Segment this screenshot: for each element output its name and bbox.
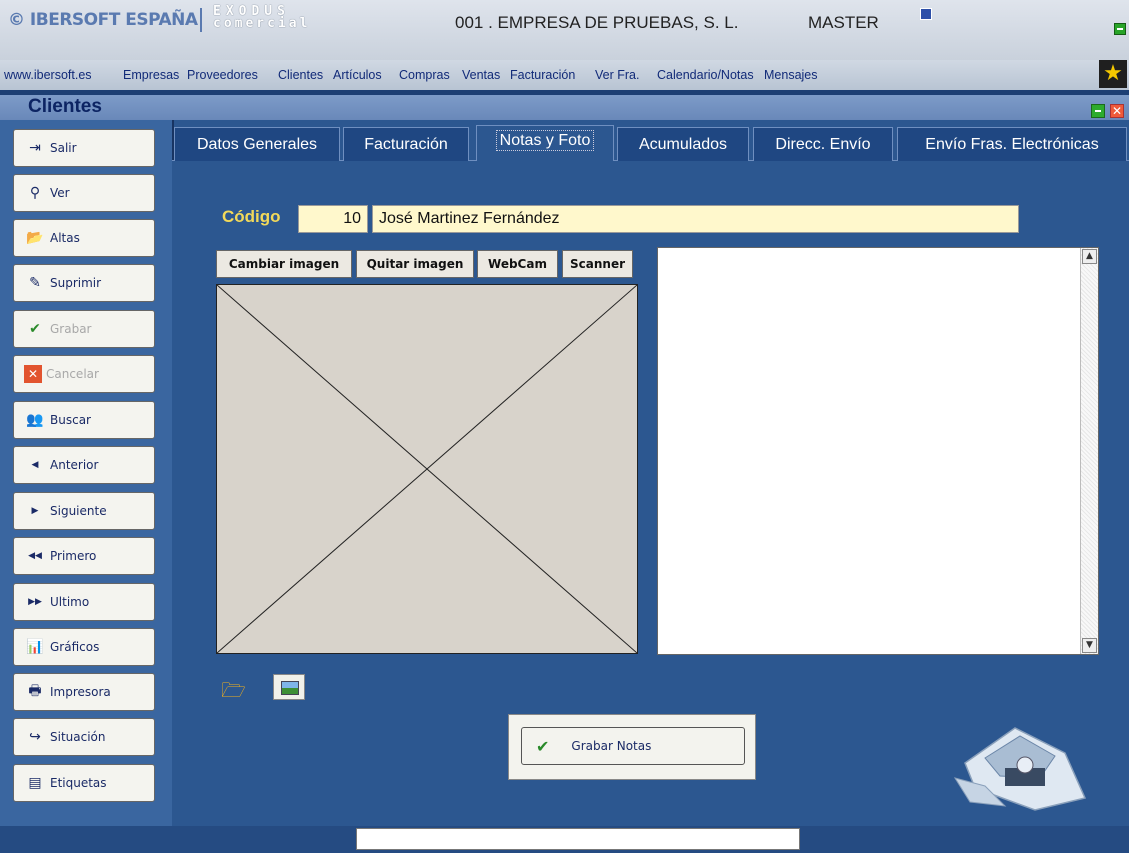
window-titlebar: Clientes bbox=[0, 95, 1129, 120]
status-field[interactable] bbox=[356, 828, 800, 850]
menu-item-ventas[interactable]: Ventas bbox=[462, 68, 500, 82]
exit-button[interactable]: ⇥ Salir bbox=[13, 129, 155, 167]
app-header: © IBERSOFT ESPAÑA EXODUS comercial 001 .… bbox=[0, 0, 1129, 60]
last-button[interactable]: ▶▶ Ultimo bbox=[13, 583, 155, 621]
tab-notas-foto[interactable]: Notas y Foto bbox=[476, 125, 614, 161]
menu-link-website[interactable]: www.ibersoft.es bbox=[4, 68, 92, 82]
printer-button[interactable]: 🖶 Impresora bbox=[13, 673, 155, 711]
scroll-down-icon[interactable]: ▼ bbox=[1082, 638, 1097, 653]
menu-item-ver-fra[interactable]: Ver Fra. bbox=[595, 68, 639, 82]
webcam-button[interactable]: WebCam bbox=[477, 250, 558, 278]
menu-item-proveedores[interactable]: Proveedores bbox=[187, 68, 258, 82]
notes-scrollbar[interactable]: ▲ ▼ bbox=[1080, 248, 1098, 654]
tab-acumulados[interactable]: Acumulados bbox=[617, 127, 749, 161]
arrow-left-icon: ◀ bbox=[31, 460, 39, 470]
empty-photo-cross bbox=[217, 285, 637, 653]
codigo-field[interactable]: 10 bbox=[298, 205, 368, 233]
arrow-last-icon: ▶▶ bbox=[28, 597, 42, 607]
tab-facturacion[interactable]: Facturación bbox=[343, 127, 469, 161]
minimize-app-icon[interactable] bbox=[1114, 23, 1126, 35]
open-folder-icon[interactable]: 🗁 bbox=[221, 676, 246, 702]
add-button[interactable]: 📂 Altas bbox=[13, 219, 155, 257]
delete-button[interactable]: ✎ Suprimir bbox=[13, 264, 155, 302]
magnifier-icon: ⚲ bbox=[29, 185, 41, 201]
printer-icon: 🖶 bbox=[28, 683, 42, 699]
labels-button[interactable]: ▤ Etiquetas bbox=[13, 764, 155, 802]
tab-datos-generales[interactable]: Datos Generales bbox=[174, 127, 340, 161]
arrow-first-icon: ◀◀ bbox=[28, 551, 42, 561]
save-button[interactable]: ✔ Grabar bbox=[13, 310, 155, 348]
cancel-button[interactable]: ✕ Cancelar bbox=[13, 355, 155, 393]
exit-icon: ⇥ bbox=[29, 140, 41, 156]
company-name: 001 . EMPRESA DE PRUEBAS, S. L. bbox=[455, 13, 739, 32]
first-button[interactable]: ◀◀ Primero bbox=[13, 537, 155, 575]
user-name: MASTER bbox=[808, 13, 879, 32]
menu-item-empresas[interactable]: Empresas bbox=[123, 68, 179, 82]
folder-open-icon: 📂 bbox=[26, 230, 44, 246]
main-menu: www.ibersoft.es Empresas Proveedores Cli… bbox=[0, 60, 1129, 90]
menu-item-facturacion[interactable]: Facturación bbox=[510, 68, 575, 82]
window-title: Clientes bbox=[28, 96, 102, 117]
window-minimize-icon[interactable] bbox=[1091, 104, 1105, 118]
tab-direcc-envio[interactable]: Direcc. Envío bbox=[753, 127, 893, 161]
save-notes-button[interactable]: ✔ Grabar Notas bbox=[521, 727, 745, 765]
nombre-field[interactable]: José Martinez Fernández bbox=[372, 205, 1019, 233]
menu-item-compras[interactable]: Compras bbox=[399, 68, 450, 82]
brand-separator bbox=[200, 8, 202, 32]
typewriter-illustration-icon bbox=[953, 727, 1087, 811]
search-button[interactable]: 👥 Buscar bbox=[13, 401, 155, 439]
scroll-up-icon[interactable]: ▲ bbox=[1082, 249, 1097, 264]
previous-button[interactable]: ◀ Anterior bbox=[13, 446, 155, 484]
arrow-right-icon: ▶ bbox=[31, 506, 39, 516]
notes-textarea[interactable]: ▲ ▼ bbox=[657, 247, 1099, 655]
menu-item-articulos[interactable]: Artículos bbox=[333, 68, 382, 82]
star-icon[interactable]: ★ bbox=[1099, 60, 1127, 88]
remove-image-button[interactable]: Quitar imagen bbox=[356, 250, 474, 278]
brand-logo: © IBERSOFT ESPAÑA bbox=[8, 10, 198, 30]
view-button[interactable]: ⚲ Ver bbox=[13, 174, 155, 212]
people-search-icon: 👥 bbox=[26, 412, 44, 428]
photo-frame[interactable] bbox=[216, 284, 638, 654]
window-close-icon[interactable]: ✕ bbox=[1110, 104, 1124, 118]
situation-button[interactable]: ↪ Situación bbox=[13, 718, 155, 756]
menu-item-clientes[interactable]: Clientes bbox=[278, 68, 323, 82]
menu-item-calendario[interactable]: Calendario/Notas bbox=[657, 68, 754, 82]
change-image-button[interactable]: Cambiar imagen bbox=[216, 250, 352, 278]
codigo-label: Código bbox=[222, 207, 281, 226]
situation-icon: ↪ bbox=[29, 729, 41, 745]
picture-icon[interactable] bbox=[273, 674, 305, 700]
checkmark-icon: ✔ bbox=[29, 321, 41, 337]
chart-icon: 📊 bbox=[26, 639, 44, 655]
user-icon[interactable] bbox=[920, 8, 932, 20]
checkmark-icon: ✔ bbox=[536, 736, 550, 756]
cancel-icon: ✕ bbox=[24, 365, 42, 383]
charts-button[interactable]: 📊 Gráficos bbox=[13, 628, 155, 666]
product-logo: EXODUS comercial bbox=[213, 4, 311, 31]
menu-item-mensajes[interactable]: Mensajes bbox=[764, 68, 818, 82]
tab-bar: Datos Generales Facturación Notas y Foto… bbox=[172, 125, 1129, 161]
tab-envio-fras[interactable]: Envío Fras. Electrónicas bbox=[897, 127, 1127, 161]
next-button[interactable]: ▶ Siguiente bbox=[13, 492, 155, 530]
scanner-button[interactable]: Scanner bbox=[562, 250, 633, 278]
labels-icon: ▤ bbox=[28, 775, 42, 791]
eraser-icon: ✎ bbox=[29, 275, 41, 291]
